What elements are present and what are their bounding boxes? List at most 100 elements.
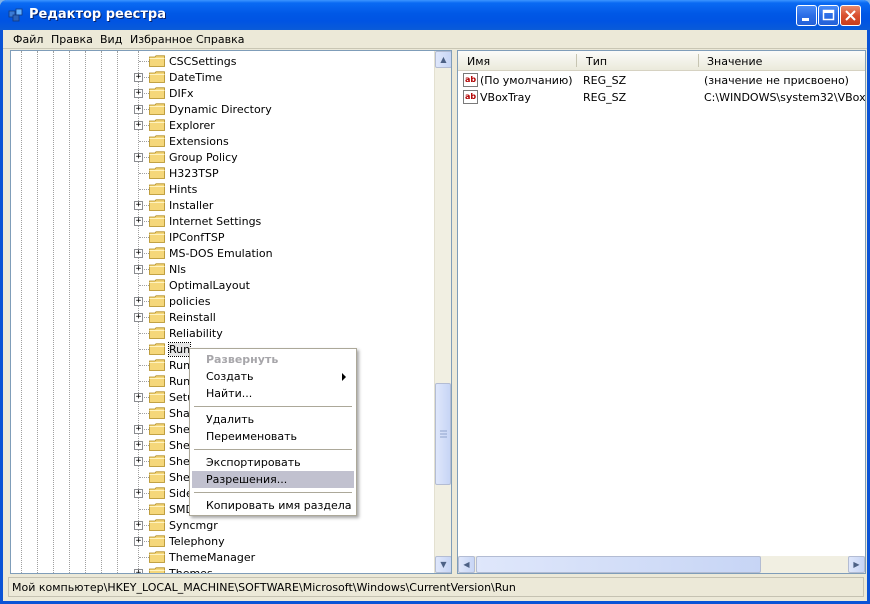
- menu-view[interactable]: Вид: [100, 33, 122, 46]
- scroll-thumb[interactable]: [435, 383, 451, 485]
- tree-item[interactable]: + Dynamic Directory: [11, 101, 431, 117]
- close-icon: [845, 10, 856, 21]
- tree-item[interactable]: + Internet Settings: [11, 213, 431, 229]
- list-item[interactable]: ab (По умолчанию) REG_SZ (значение не пр…: [458, 72, 865, 88]
- column-divider[interactable]: [698, 54, 699, 67]
- tree-item[interactable]: OptimalLayout: [11, 277, 431, 293]
- tree-item[interactable]: CSCSettings: [11, 53, 431, 69]
- scroll-left-button[interactable]: ◀: [458, 556, 475, 573]
- folder-icon: [149, 199, 165, 211]
- expand-icon[interactable]: +: [134, 393, 143, 402]
- folder-icon: [149, 311, 165, 323]
- expand-icon[interactable]: +: [134, 265, 143, 274]
- folder-icon: [149, 151, 165, 163]
- folder-icon: [149, 119, 165, 131]
- tree-item[interactable]: Hints: [11, 181, 431, 197]
- tree-item[interactable]: Extensions: [11, 133, 431, 149]
- menu-edit[interactable]: Правка: [51, 33, 93, 46]
- status-bar: Мой компьютер\HKEY_LOCAL_MACHINE\SOFTWAR…: [8, 577, 864, 597]
- title-bar[interactable]: Редактор реестра: [0, 0, 870, 30]
- folder-icon: [149, 71, 165, 83]
- column-value-header[interactable]: Значение: [707, 55, 762, 68]
- menu-help[interactable]: Справка: [196, 33, 244, 46]
- tree-item[interactable]: + DIFx: [11, 85, 431, 101]
- tree-item[interactable]: + DateTime: [11, 69, 431, 85]
- horizontal-scroll-thumb[interactable]: [476, 556, 761, 573]
- expand-icon[interactable]: +: [134, 537, 143, 546]
- tree-vertical-scrollbar[interactable]: ▲ ▼: [434, 51, 451, 573]
- tree-item-label: IPConfTSP: [169, 231, 225, 244]
- tree-item[interactable]: + Explorer: [11, 117, 431, 133]
- tree-item[interactable]: + policies: [11, 293, 431, 309]
- expand-icon[interactable]: +: [134, 89, 143, 98]
- scroll-up-button[interactable]: ▲: [435, 51, 451, 68]
- tree-item-label: MS-DOS Emulation: [169, 247, 273, 260]
- context-menu-item[interactable]: Разрешения...: [192, 471, 354, 488]
- expand-icon[interactable]: +: [134, 73, 143, 82]
- maximize-button[interactable]: [818, 5, 839, 26]
- folder-icon: [149, 55, 165, 67]
- expand-icon[interactable]: +: [134, 425, 143, 434]
- tree-item[interactable]: IPConfTSP: [11, 229, 431, 245]
- expand-icon[interactable]: +: [134, 121, 143, 130]
- context-menu-item[interactable]: Удалить: [192, 411, 354, 428]
- folder-icon: [149, 487, 165, 499]
- list-horizontal-scrollbar[interactable]: ◀ ▶: [458, 556, 865, 573]
- expand-icon[interactable]: +: [134, 201, 143, 210]
- expand-icon[interactable]: +: [134, 457, 143, 466]
- values-list-pane[interactable]: Имя Тип Значение ab (По умолчанию) REG_S…: [457, 50, 866, 574]
- expand-icon[interactable]: +: [134, 569, 143, 573]
- folder-icon: [149, 231, 165, 243]
- scroll-down-button[interactable]: ▼: [435, 556, 451, 573]
- tree-item[interactable]: + Reinstall: [11, 309, 431, 325]
- tree-branch-line: [139, 333, 149, 334]
- tree-item[interactable]: + Installer: [11, 197, 431, 213]
- expand-icon[interactable]: +: [134, 249, 143, 258]
- minimize-icon: [802, 18, 809, 21]
- expand-icon[interactable]: +: [134, 297, 143, 306]
- window-title: Редактор реестра: [29, 7, 166, 22]
- folder-icon: [149, 407, 165, 419]
- context-menu-item[interactable]: Создать: [192, 368, 354, 385]
- expand-icon[interactable]: +: [134, 441, 143, 450]
- tree-item[interactable]: + Nls: [11, 261, 431, 277]
- menu-favorites[interactable]: Избранное: [130, 33, 192, 46]
- context-menu-item[interactable]: Копировать имя раздела: [192, 497, 354, 514]
- string-value-icon: ab: [463, 73, 478, 87]
- column-type-header[interactable]: Тип: [586, 55, 607, 68]
- tree-item[interactable]: H323TSP: [11, 165, 431, 181]
- value-type: REG_SZ: [583, 91, 627, 104]
- expand-icon[interactable]: +: [134, 217, 143, 226]
- tree-item[interactable]: Reliability: [11, 325, 431, 341]
- expand-icon[interactable]: +: [134, 521, 143, 530]
- menu-file[interactable]: Файл: [13, 33, 43, 46]
- minimize-button[interactable]: [796, 5, 817, 26]
- context-menu-item[interactable]: Переименовать: [192, 428, 354, 445]
- folder-icon: [149, 471, 165, 483]
- tree-item[interactable]: + Group Policy: [11, 149, 431, 165]
- expand-icon[interactable]: +: [134, 313, 143, 322]
- close-button[interactable]: [840, 5, 861, 26]
- folder-icon: [149, 343, 165, 355]
- scroll-right-button[interactable]: ▶: [848, 556, 865, 573]
- tree-item-label: CSCSettings: [169, 55, 237, 68]
- tree-item[interactable]: + MS-DOS Emulation: [11, 245, 431, 261]
- tree-item[interactable]: + Themes: [11, 565, 431, 574]
- tree-item[interactable]: + Syncmgr: [11, 517, 431, 533]
- context-menu-item[interactable]: Найти...: [192, 385, 354, 402]
- column-divider[interactable]: [576, 54, 577, 67]
- tree-branch-line: [139, 573, 149, 574]
- list-item[interactable]: ab VBoxTray REG_SZ C:\WINDOWS\system32\V…: [458, 89, 865, 105]
- tree-item[interactable]: + Telephony: [11, 533, 431, 549]
- tree-item-label: Internet Settings: [169, 215, 262, 228]
- context-menu-item-label: Создать: [206, 370, 254, 383]
- context-menu-item[interactable]: Экспортировать: [192, 454, 354, 471]
- column-name-header[interactable]: Имя: [467, 55, 490, 68]
- expand-icon[interactable]: +: [134, 105, 143, 114]
- folder-icon: [149, 87, 165, 99]
- tree-item-label: Installer: [169, 199, 214, 212]
- registry-editor-window: Редактор реестра Файл Правка Вид Избранн…: [0, 0, 870, 604]
- tree-item[interactable]: ThemeManager: [11, 549, 431, 565]
- expand-icon[interactable]: +: [134, 153, 143, 162]
- expand-icon[interactable]: +: [134, 489, 143, 498]
